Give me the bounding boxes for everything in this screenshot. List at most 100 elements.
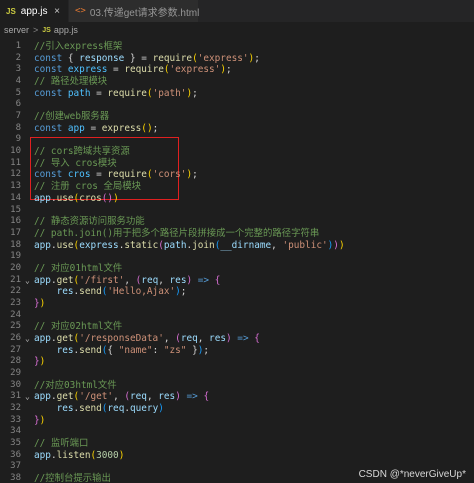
code-token: "zs" [163,344,187,356]
code-line[interactable]: 31 ⌄ app.get('/get', (req, res) => { [0,391,474,403]
code-token: ) [39,297,46,309]
code-line[interactable]: 33}) [0,415,474,427]
line-number: 26 [10,333,21,343]
line-number: 38 [10,473,21,483]
code-line[interactable]: 10 // cors跨域共享资源 [0,146,474,158]
breadcrumb-file[interactable]: app.js [54,25,78,35]
code-editor[interactable]: 1//引入express框架 2 const { response } = requ… [0,38,474,483]
code-token: const [34,64,63,76]
code-line[interactable]: 12 const cros = require('cors'); [0,169,474,181]
code-text: const app = express(); [34,123,158,135]
code-text: // 注册 cros 全局模块 [34,181,141,193]
code-line[interactable]: 18 app.use(express.static(path.join(__dir… [0,240,474,252]
code-line[interactable]: 3 const express = require('express'); [0,64,474,76]
code-token: 'cors' [152,169,187,181]
code-line[interactable]: 32 res.send(req.query) [0,403,474,415]
code-token: => [237,333,249,344]
code-line[interactable]: 6 [0,99,474,111]
code-token: // cors跨域共享资源 [34,146,130,158]
code-token: "name" [118,344,153,356]
code-text: // 监听端口 [34,438,88,450]
breadcrumb-folder[interactable]: server [4,25,29,35]
code-line[interactable]: 11 // 导入 cros模块 [0,158,474,170]
code-line[interactable]: 5 const path = require('path'); [0,88,474,100]
code-line[interactable]: 29 [0,368,474,380]
fold-chevron-icon[interactable]: ⌄ [25,391,30,403]
code-token: ; [192,87,198,99]
code-token: { [254,333,260,344]
code-line[interactable]: 20 // 对应01html文件 [0,263,474,275]
code-line[interactable]: 17 // path.join()用于把多个路径片段拼接成一个完整的路径字符串 [0,228,474,240]
code-line[interactable]: 23}) [0,298,474,310]
code-text: res.send(req.query) [34,403,164,415]
fold-chevron-icon[interactable]: ⌄ [25,275,30,287]
code-token: // 路径处理模块 [34,76,108,88]
tab-html-file[interactable]: <> 03.传递get请求参数.html [68,0,199,22]
code-line[interactable]: 21 ⌄ app.get('/first', (req, res) => { [0,275,474,287]
code-line[interactable]: 4 // 路径处理模块 [0,76,474,88]
code-line[interactable]: 35 // 监听端口 [0,438,474,450]
code-line[interactable]: 25 // 对应02html文件 [0,321,474,333]
code-line[interactable]: 1 //引入express框架 [0,41,474,53]
fold-chevron-icon[interactable]: ⌄ [25,333,30,345]
code-token: query [130,403,159,415]
code-line[interactable]: 27 res.send({ "name": "zs" }); [0,345,474,357]
code-line[interactable]: 13 // 注册 cros 全局模块 [0,181,474,193]
code-line[interactable]: 30 //对应03html文件 [0,380,474,392]
code-token: ) [118,449,125,461]
code-token: require [152,52,193,64]
code-token: 'express' [169,64,221,76]
code-token: app [34,239,51,251]
code-text: // 静态资源访问服务功能 [34,216,145,228]
code-token: cros [79,192,102,204]
code-token: use [56,239,74,251]
code-token: get [56,274,74,286]
code-token: const [34,169,63,181]
code-token: ) [338,239,345,251]
code-text: const cros = require('cors'); [34,169,198,181]
code-line[interactable]: 16 // 静态资源访问服务功能 [0,216,474,228]
code-text: //对应03html文件 [34,380,117,392]
code-line[interactable]: 2 const { response } = require('express')… [0,53,474,65]
tab-app-js[interactable]: JS app.js × [0,0,68,22]
code-line[interactable]: 24 [0,310,474,322]
code-token: // 导入 cros模块 [34,157,117,169]
code-token: req [130,391,147,403]
code-token: join [192,239,215,251]
code-token: , [113,391,125,403]
code-token: app [34,391,51,403]
code-line[interactable]: 19 [0,251,474,263]
line-number: 9 [15,134,21,145]
code-token: res [56,344,74,356]
code-text: // cors跨域共享资源 [34,146,130,158]
code-token: 'express' [197,52,249,64]
code-token: const [34,52,63,64]
code-line[interactable]: 15 [0,205,474,217]
code-token: ; [203,344,210,356]
line-number: 11 [10,157,21,168]
code-line[interactable]: 22 res.send('Hello,Ajax'); [0,286,474,298]
code-line[interactable]: 28}) [0,356,474,368]
code-token: res [158,391,176,403]
code-line[interactable]: 9 [0,134,474,146]
code-token: express [67,64,108,76]
code-token: ; [192,169,198,181]
code-token: //创建web服务器 [34,111,110,123]
code-line[interactable]: 8 const app = express(); [0,123,474,135]
code-line[interactable]: 7 //创建web服务器 [0,111,474,123]
line-number: 15 [10,204,21,215]
code-text: app.use(express.static(path.join(__dirna… [34,240,345,252]
code-line[interactable]: 26 ⌄ app.get('/responseData', (req, res) =… [0,333,474,345]
code-text: app.listen(3000) [34,450,124,462]
tab-label: app.js [20,5,48,17]
code-line[interactable]: 36 app.listen(3000) [0,450,474,462]
watermark: CSDN @*neverGiveUp* [358,469,466,480]
close-icon[interactable]: × [54,6,60,17]
line-number: 20 [10,262,21,273]
line-number: 5 [15,87,21,98]
code-line[interactable]: 14 app.use(cros()) [0,193,474,205]
code-token: , [146,391,159,403]
line-number: 22 [10,286,21,297]
code-text: // 导入 cros模块 [34,158,117,170]
code-line[interactable]: 34 [0,426,474,438]
